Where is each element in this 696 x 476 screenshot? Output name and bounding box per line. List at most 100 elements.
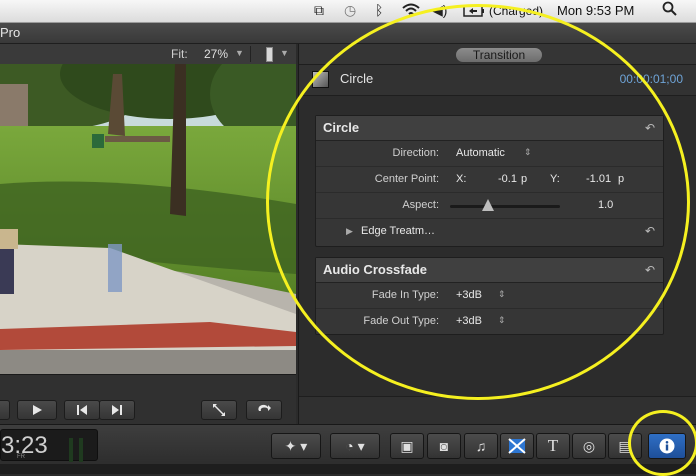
loop-button[interactable]: [246, 400, 282, 420]
retime-button[interactable]: ◔ ▾: [330, 433, 380, 459]
play-button[interactable]: [17, 400, 57, 420]
inspector-tab-bar: Transition: [299, 44, 696, 65]
spotlight-icon[interactable]: [662, 1, 678, 20]
viewer-header: Fit: 27% ▼ ▼: [0, 44, 296, 65]
direction-row: Direction: Automatic ⇕: [316, 141, 663, 167]
direction-label: Direction:: [392, 147, 439, 159]
transition-name: Circle: [340, 71, 374, 86]
retime-icon: ◔: [345, 438, 354, 454]
audio-crossfade-title: Audio Crossfade: [323, 262, 428, 277]
edge-treatment-row: ▶ Edge Treatm… ↶: [316, 219, 663, 244]
circle-section: Circle ↶ Direction: Automatic ⇕ Center P…: [315, 115, 664, 247]
inspector-panel: Transition Circle 00:00:01;00 Circle ↶ D…: [298, 44, 696, 425]
aspect-row: Aspect: 1.0: [316, 193, 663, 219]
fade-in-stepper-icon[interactable]: ⇕: [498, 289, 506, 300]
audio-meter-left: [69, 438, 73, 462]
edge-reset-icon[interactable]: ↶: [645, 224, 655, 238]
skip-forward-icon: [112, 405, 122, 415]
reset-icon[interactable]: ↶: [645, 121, 655, 135]
aspect-slider-knob[interactable]: [482, 199, 494, 211]
audio-meter-right: [79, 438, 83, 462]
view-options-button[interactable]: ▼: [262, 47, 290, 62]
audio-crossfade-header: Audio Crossfade ↶: [316, 258, 663, 283]
center-point-label: Center Point:: [374, 173, 439, 185]
circle-section-title: Circle: [323, 120, 360, 135]
skip-back-icon: [77, 405, 87, 415]
center-point-row: Center Point: X: -0.1 p Y: -1.01 p: [316, 167, 663, 193]
view-options-chevron-icon: ▼: [280, 48, 289, 58]
menu-bar: ⧉ ◷ ᛒ ◀) (Charged) Mon 9:53 PM: [0, 0, 696, 23]
chevron-down-icon: ▾: [296, 438, 308, 454]
aspect-slider[interactable]: [450, 205, 560, 208]
inspector-button[interactable]: [648, 433, 686, 459]
dashboard-timecode[interactable]: 3:23 FR: [0, 429, 98, 462]
x-unit: p: [521, 173, 528, 185]
divider: [250, 46, 251, 62]
main-toolbar: 3:23 FR ✦ ▾ ◔ ▾ ▣ ◙ ♫ T ◎ ▤: [0, 424, 696, 465]
direction-stepper-icon[interactable]: ⇕: [524, 147, 532, 158]
filmstrip-icon: ▣: [400, 438, 414, 454]
fade-out-stepper-icon[interactable]: ⇕: [498, 315, 506, 326]
zoom-chevron-icon[interactable]: ▼: [235, 48, 244, 58]
enhancements-button[interactable]: ✦ ▾: [271, 433, 321, 459]
music-button[interactable]: ♫: [464, 433, 498, 459]
photo-browser-button[interactable]: ▣: [390, 433, 424, 459]
prev-edit-button[interactable]: [0, 400, 10, 420]
zoom-popup[interactable]: 27%: [204, 47, 228, 61]
fade-out-row: Fade Out Type: +3dB ⇕: [316, 309, 663, 334]
volume-icon[interactable]: ◀): [432, 2, 447, 19]
camera-icon: ◙: [439, 438, 449, 454]
video-image: [0, 64, 296, 374]
fullscreen-icon: [213, 404, 225, 416]
music-note-icon: ♫: [475, 438, 487, 454]
switch-icon: [266, 47, 273, 62]
fade-in-label: Fade In Type:: [371, 289, 439, 301]
circle-section-header: Circle ↶: [316, 116, 663, 141]
generator-icon: ◎: [582, 438, 596, 454]
viewer-controls: [0, 374, 296, 425]
dropbox-icon[interactable]: ⧉: [314, 2, 324, 19]
go-to-beginning-button[interactable]: [64, 400, 100, 420]
audio-crossfade-section: Audio Crossfade ↶ Fade In Type: +3dB ⇕ F…: [315, 257, 664, 335]
fade-in-popup[interactable]: +3dB: [456, 289, 482, 301]
title-t-icon: T: [547, 436, 559, 455]
themes-button[interactable]: ▤: [608, 433, 642, 459]
timeline-strip: [0, 464, 696, 474]
transitions-icon: [508, 438, 526, 454]
wifi-icon[interactable]: [401, 2, 421, 21]
fade-out-popup[interactable]: +3dB: [456, 315, 482, 327]
app-title: Pro: [0, 25, 21, 40]
y-value[interactable]: -1.01: [586, 173, 611, 185]
chevron-down-icon: ▾: [353, 438, 365, 454]
menu-clock[interactable]: Mon 9:53 PM: [557, 3, 634, 18]
direction-popup[interactable]: Automatic: [456, 147, 505, 159]
time-machine-icon[interactable]: ◷: [344, 2, 356, 19]
go-to-end-button[interactable]: [99, 400, 135, 420]
transitions-button[interactable]: [500, 433, 534, 459]
disclosure-triangle-icon[interactable]: ▶: [346, 226, 353, 237]
inspector-header: Circle 00:00:01;00: [299, 65, 696, 96]
titles-button[interactable]: T: [536, 433, 570, 459]
edge-treatment-label[interactable]: Edge Treatm…: [361, 225, 435, 237]
audio-reset-icon[interactable]: ↶: [645, 263, 655, 277]
themes-icon: ▤: [618, 438, 632, 454]
transition-duration: 00:00:01;00: [619, 72, 683, 86]
inspector-footer: [299, 396, 696, 425]
loop-icon: [258, 404, 271, 411]
video-frame: [0, 64, 296, 374]
x-value[interactable]: -0.1: [498, 173, 517, 185]
aspect-value[interactable]: 1.0: [598, 199, 613, 211]
fullscreen-button[interactable]: [201, 400, 237, 420]
transition-thumbnail: [312, 71, 329, 88]
camera-button[interactable]: ◙: [427, 433, 461, 459]
tab-transition[interactable]: Transition: [456, 48, 542, 62]
battery-icon[interactable]: [463, 4, 485, 20]
bluetooth-icon[interactable]: ᛒ: [375, 2, 383, 18]
battery-status[interactable]: (Charged): [489, 4, 543, 18]
magic-wand-icon: ✦: [284, 438, 297, 454]
fit-label: Fit:: [171, 47, 188, 61]
timecode-unit: FR: [17, 454, 25, 460]
play-icon: [33, 405, 42, 415]
generators-button[interactable]: ◎: [572, 433, 606, 459]
y-unit: p: [618, 173, 625, 185]
